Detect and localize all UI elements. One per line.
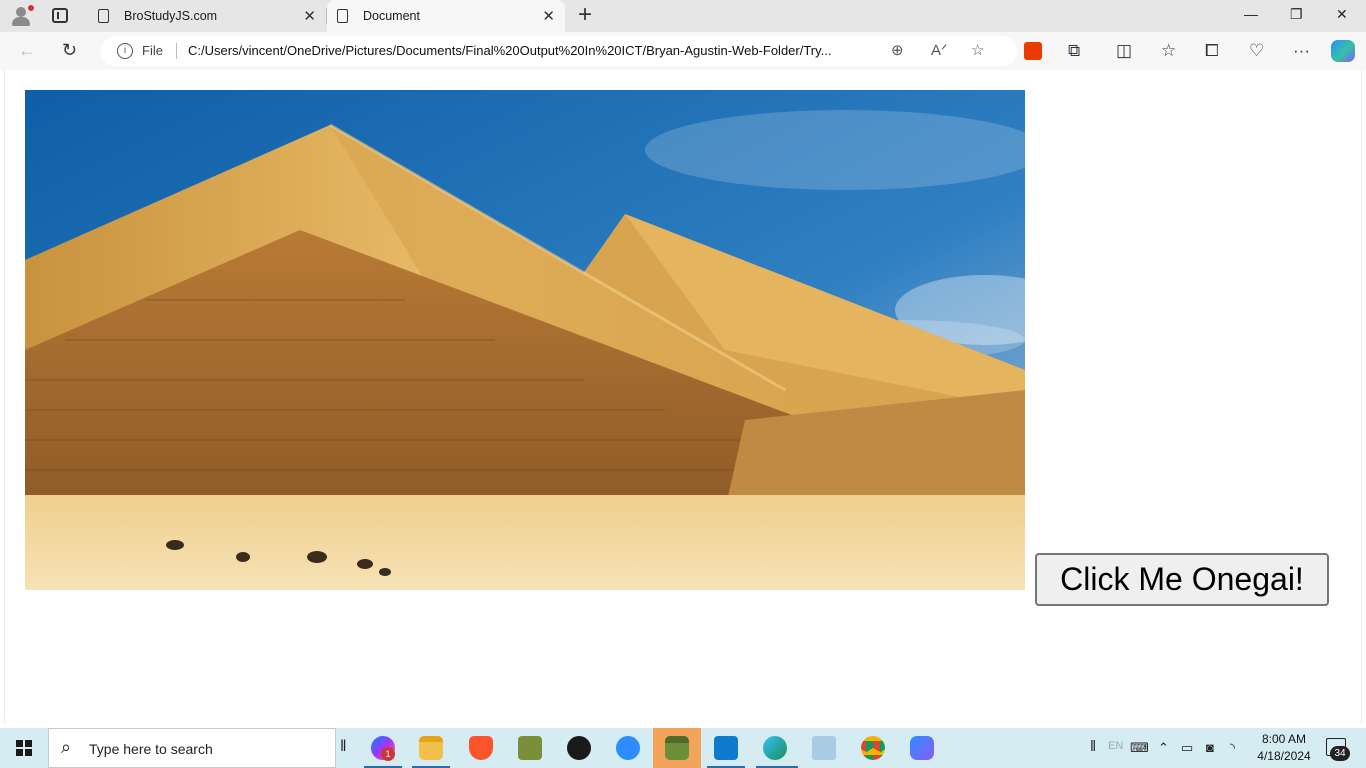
toolbar: ← ↻ i File C:/Users/vincent/OneDrive/Pic…	[0, 32, 1366, 70]
system-clock[interactable]: 8:00 AM 4/18/2024	[1253, 731, 1315, 765]
split-screen-icon[interactable]: ◫	[1116, 41, 1132, 61]
click-me-button[interactable]: Click Me Onegai!	[1035, 553, 1329, 606]
windows-start-icon[interactable]	[16, 740, 32, 756]
notepad-icon[interactable]	[812, 736, 836, 760]
taskbar: ⌕ Type here to search ‖ 1 ‖ EN ⌨ ⌃ ▭ ◙ ◝…	[0, 728, 1366, 768]
tab-title: Document	[363, 9, 420, 23]
more-icon[interactable]: ···	[1293, 41, 1310, 61]
tab-actions-icon[interactable]	[52, 8, 68, 23]
keyboard-icon[interactable]: ⌨	[1130, 740, 1149, 756]
favorites-icon[interactable]: ☆	[1161, 41, 1176, 61]
vs-code-icon[interactable]	[714, 736, 738, 760]
battery-icon[interactable]: ▭	[1181, 740, 1193, 756]
info-icon[interactable]: i	[117, 43, 133, 59]
restore-button[interactable]: ❐	[1290, 6, 1303, 23]
copilot-icon[interactable]	[1331, 40, 1355, 62]
app-red-icon[interactable]	[567, 736, 591, 760]
tab-brostudyjs[interactable]: BroStudyJS.com ✕	[88, 0, 326, 32]
tab-title: BroStudyJS.com	[124, 9, 218, 23]
pyramid-image	[25, 90, 1025, 590]
office-icon[interactable]	[1024, 42, 1042, 60]
refresh-icon[interactable]: ↻	[62, 40, 77, 61]
clock-date: 4/18/2024	[1257, 749, 1311, 763]
edge-icon[interactable]	[763, 736, 787, 760]
file-explorer-icon[interactable]	[419, 736, 443, 760]
scheme-label: File	[142, 43, 163, 58]
clock-time: 8:00 AM	[1261, 732, 1307, 746]
task-view-icon[interactable]: ‖	[340, 738, 347, 756]
star-icon[interactable]: ☆	[971, 41, 984, 59]
language-icon[interactable]: EN	[1108, 740, 1123, 752]
document-icon	[98, 9, 109, 23]
zoom-app-icon[interactable]	[616, 736, 640, 760]
minecraft-icon[interactable]	[665, 736, 689, 760]
url-text[interactable]: C:/Users/vincent/OneDrive/Pictures/Docum…	[188, 43, 881, 58]
chevron-up-icon[interactable]: ⌃	[1158, 740, 1169, 756]
taskbar-search[interactable]: ⌕ Type here to search	[48, 728, 336, 768]
close-tab-icon[interactable]: ✕	[542, 7, 555, 25]
page-viewport: Click Me Onegai!	[4, 70, 1362, 724]
read-aloud-icon[interactable]: Aᐟ	[931, 41, 947, 59]
back-icon[interactable]: ←	[18, 40, 36, 61]
new-tab-button[interactable]: +	[578, 3, 592, 27]
address-bar[interactable]: i File C:/Users/vincent/OneDrive/Picture…	[101, 36, 1017, 66]
collections-icon[interactable]: ⧠	[1205, 41, 1219, 61]
tab-document[interactable]: Document ✕	[327, 0, 565, 32]
copilot-taskbar-icon[interactable]	[910, 736, 934, 760]
close-tab-icon[interactable]: ✕	[303, 7, 316, 25]
minimize-button[interactable]: —	[1244, 6, 1258, 22]
address-divider	[176, 43, 177, 59]
camera-icon[interactable]: ◙	[1206, 740, 1214, 755]
close-window-button[interactable]: ✕	[1336, 6, 1348, 23]
profile-icon[interactable]	[10, 5, 34, 27]
search-placeholder: Type here to search	[89, 741, 213, 757]
browser-essentials-icon[interactable]: ♡	[1249, 41, 1264, 61]
show-desktop-divider: ‖	[1090, 738, 1097, 755]
messenger-badge: 1	[381, 747, 395, 761]
puzzle-icon[interactable]: ⧉	[1068, 41, 1080, 61]
notification-count: 34	[1330, 746, 1350, 761]
game-icon[interactable]	[518, 736, 542, 760]
document-icon	[337, 9, 348, 23]
brave-icon[interactable]	[469, 736, 493, 760]
search-icon: ⌕	[61, 737, 72, 757]
tab-strip: BroStudyJS.com ✕ Document ✕ + — ❐ ✕	[0, 0, 1366, 32]
zoom-icon[interactable]: ⊕	[891, 41, 904, 59]
chrome-icon[interactable]	[861, 736, 885, 760]
wifi-icon[interactable]: ◝	[1230, 740, 1235, 756]
